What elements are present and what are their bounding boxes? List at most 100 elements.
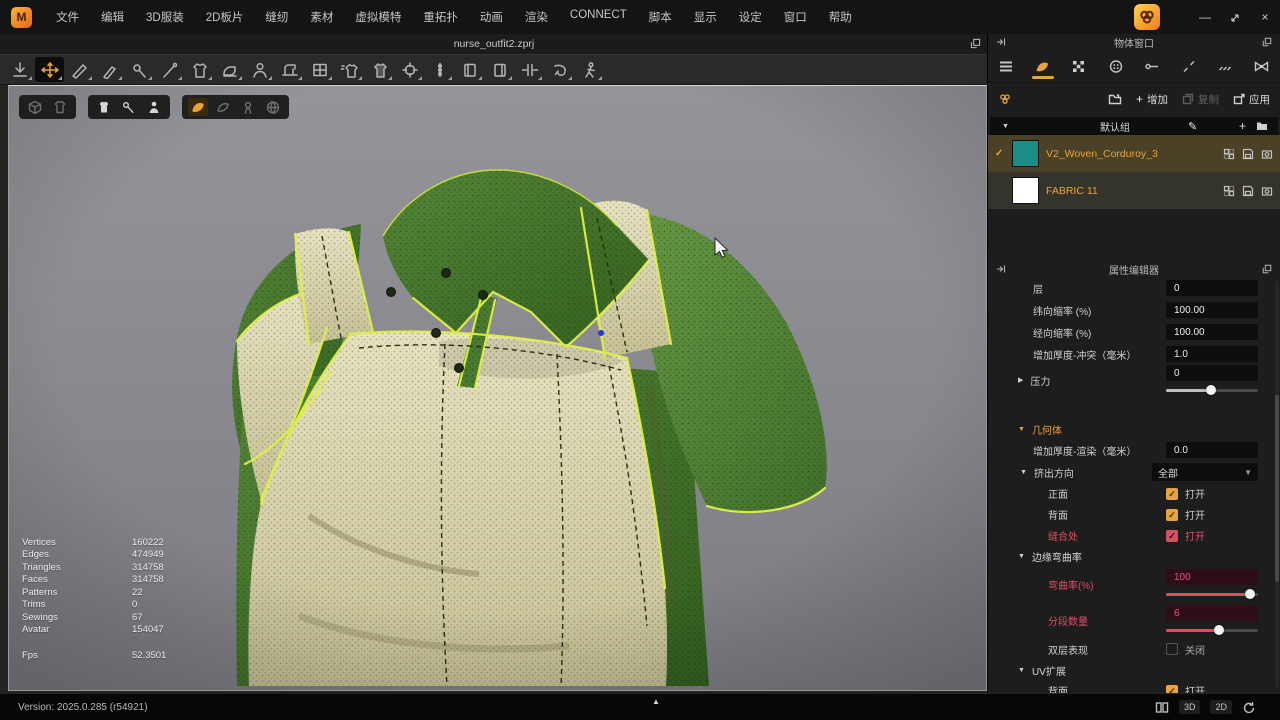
menu-item-script[interactable]: 脚本: [638, 9, 683, 25]
chevron-down-icon[interactable]: ▼: [1002, 123, 1009, 130]
fabric-group-header[interactable]: ▼ 默认组 ✎ +: [990, 117, 1278, 135]
menu-item-sewing[interactable]: 缝纫: [254, 9, 299, 25]
show-avatar-button[interactable]: [144, 98, 164, 116]
menu-item-connect[interactable]: CONNECT: [559, 9, 638, 25]
avatar-skin-button[interactable]: [238, 98, 258, 116]
fabric-row-v2-woven-corduroy-3[interactable]: ✓ V2_Woven_Corduroy_3: [988, 135, 1280, 172]
thickness-collision-input[interactable]: 1.0: [1166, 346, 1258, 362]
folder-icon[interactable]: [1256, 121, 1268, 131]
fabric-name[interactable]: V2_Woven_Corduroy_3: [1046, 148, 1216, 160]
pin-tool[interactable]: [125, 57, 154, 82]
restore-button[interactable]: [1220, 0, 1250, 34]
hook-tool[interactable]: [545, 57, 574, 82]
open-fabric-button[interactable]: [1108, 93, 1122, 105]
menu-item-2d-pattern[interactable]: 2D板片: [195, 9, 255, 25]
segments-slider[interactable]: [1166, 625, 1258, 635]
section-geometry[interactable]: ▼ 几何体: [988, 419, 1280, 439]
save-icon[interactable]: [1242, 148, 1254, 160]
menu-item-material[interactable]: 素材: [299, 9, 344, 25]
uv-grid-icon[interactable]: [1223, 148, 1235, 160]
warp-shrinkage-input[interactable]: 100.00: [1166, 324, 1258, 340]
add-group-icon[interactable]: +: [1239, 119, 1246, 133]
mesh-view-button[interactable]: [25, 98, 45, 116]
tab-graphic-pattern[interactable]: [1061, 50, 1098, 82]
weft-shrinkage-input[interactable]: 100.00: [1166, 302, 1258, 318]
add-fabric-button[interactable]: + 增加: [1136, 92, 1168, 107]
float-panel-icon[interactable]: [1262, 264, 1272, 274]
spine-tool[interactable]: [425, 57, 454, 82]
chevron-down-icon[interactable]: ▼: [1018, 667, 1025, 674]
wand-tool[interactable]: [155, 57, 184, 82]
grid-globe-button[interactable]: [263, 98, 283, 116]
menu-item-animation[interactable]: 动画: [469, 9, 514, 25]
minimize-button[interactable]: —: [1190, 0, 1220, 34]
split-view-icon[interactable]: [1155, 701, 1169, 714]
curvature-slider[interactable]: [1166, 589, 1258, 599]
garment-off-button[interactable]: [50, 98, 70, 116]
tab-fabric[interactable]: [1025, 50, 1062, 82]
chevron-right-icon[interactable]: ▶: [1018, 376, 1023, 384]
brush-tool[interactable]: [95, 57, 124, 82]
texture-surface-button[interactable]: [188, 98, 208, 116]
menu-item-window[interactable]: 窗口: [773, 9, 818, 25]
menu-item-edit[interactable]: 编辑: [90, 9, 135, 25]
menu-item-display[interactable]: 显示: [683, 9, 728, 25]
menu-item-settings[interactable]: 设定: [728, 9, 773, 25]
tab-trim-bow[interactable]: [1244, 50, 1280, 82]
extrude-direction-select[interactable]: 全部 ▼: [1152, 463, 1258, 481]
shirt-tool[interactable]: [185, 57, 214, 82]
apply-fabric-button[interactable]: 应用: [1233, 92, 1270, 107]
chevron-down-icon[interactable]: ▼: [1018, 426, 1025, 433]
menu-item-3d-garment[interactable]: 3D服装: [135, 9, 195, 25]
collapse-panel-icon[interactable]: [996, 264, 1006, 274]
menu-item-avatar[interactable]: 虚拟模特: [344, 9, 412, 25]
wind-garment-tool[interactable]: [335, 57, 364, 82]
rename-group-icon[interactable]: ✎: [1188, 120, 1197, 133]
avatar-tool[interactable]: [245, 57, 274, 82]
monochrome-surface-button[interactable]: [213, 98, 233, 116]
tab-stitch[interactable]: [1171, 50, 1208, 82]
fabric-swatch[interactable]: [1012, 177, 1039, 204]
pressure-slider[interactable]: [1166, 385, 1258, 395]
menu-item-file[interactable]: 文件: [45, 9, 90, 25]
tab-button[interactable]: [1098, 50, 1135, 82]
tab-topstitch[interactable]: [1134, 50, 1171, 82]
3d-viewport[interactable]: Vertices160222 Edges474949 Triangles3147…: [8, 85, 987, 691]
front-checkbox[interactable]: ✓: [1166, 488, 1178, 500]
solid-garment-tool[interactable]: [365, 57, 394, 82]
import-tool[interactable]: [5, 57, 34, 82]
section-uv-expansion[interactable]: ▼ UV扩展: [988, 660, 1280, 680]
chevron-down-icon[interactable]: ▼: [1018, 553, 1025, 560]
fabric-name[interactable]: FABRIC 11: [1046, 185, 1216, 197]
3d-view-button[interactable]: 3D: [1179, 700, 1201, 714]
chevron-down-icon[interactable]: ▼: [1020, 469, 1027, 476]
copy-fabric-button[interactable]: 复制: [1182, 92, 1219, 107]
float-panel-icon[interactable]: [970, 38, 981, 49]
float-panel-icon[interactable]: [1262, 37, 1272, 47]
thickness-render-input[interactable]: 0.0: [1166, 442, 1258, 458]
segments-input[interactable]: 6: [1166, 605, 1258, 621]
save-icon[interactable]: [1242, 185, 1254, 197]
double-layer-checkbox[interactable]: [1166, 643, 1178, 655]
menu-item-render[interactable]: 渲染: [514, 9, 559, 25]
show-garment-button[interactable]: [94, 98, 114, 116]
snapshot-icon[interactable]: [1261, 148, 1273, 160]
curvature-input[interactable]: 100: [1166, 569, 1258, 585]
pressure-input[interactable]: 0: [1166, 365, 1258, 381]
tab-puckering[interactable]: [1207, 50, 1244, 82]
grid-tool[interactable]: [305, 57, 334, 82]
snapshot-icon[interactable]: [1261, 185, 1273, 197]
fabric-swatch[interactable]: [1012, 140, 1039, 167]
back-checkbox[interactable]: ✓: [1166, 509, 1178, 521]
collapse-panel-icon[interactable]: [996, 37, 1006, 47]
section-edge-curvature[interactable]: ▼ 边缘弯曲率: [988, 546, 1280, 566]
press-panel-tool[interactable]: [455, 57, 484, 82]
close-button[interactable]: ×: [1250, 0, 1280, 34]
pen-tool[interactable]: [65, 57, 94, 82]
property-scrollbar[interactable]: [1275, 281, 1279, 688]
expand-timeline-icon[interactable]: ▲: [652, 697, 660, 706]
layer-input[interactable]: 0: [1166, 280, 1258, 296]
menu-item-help[interactable]: 帮助: [818, 9, 863, 25]
clamp-tool[interactable]: [515, 57, 544, 82]
tab-scene-list[interactable]: [988, 50, 1025, 82]
